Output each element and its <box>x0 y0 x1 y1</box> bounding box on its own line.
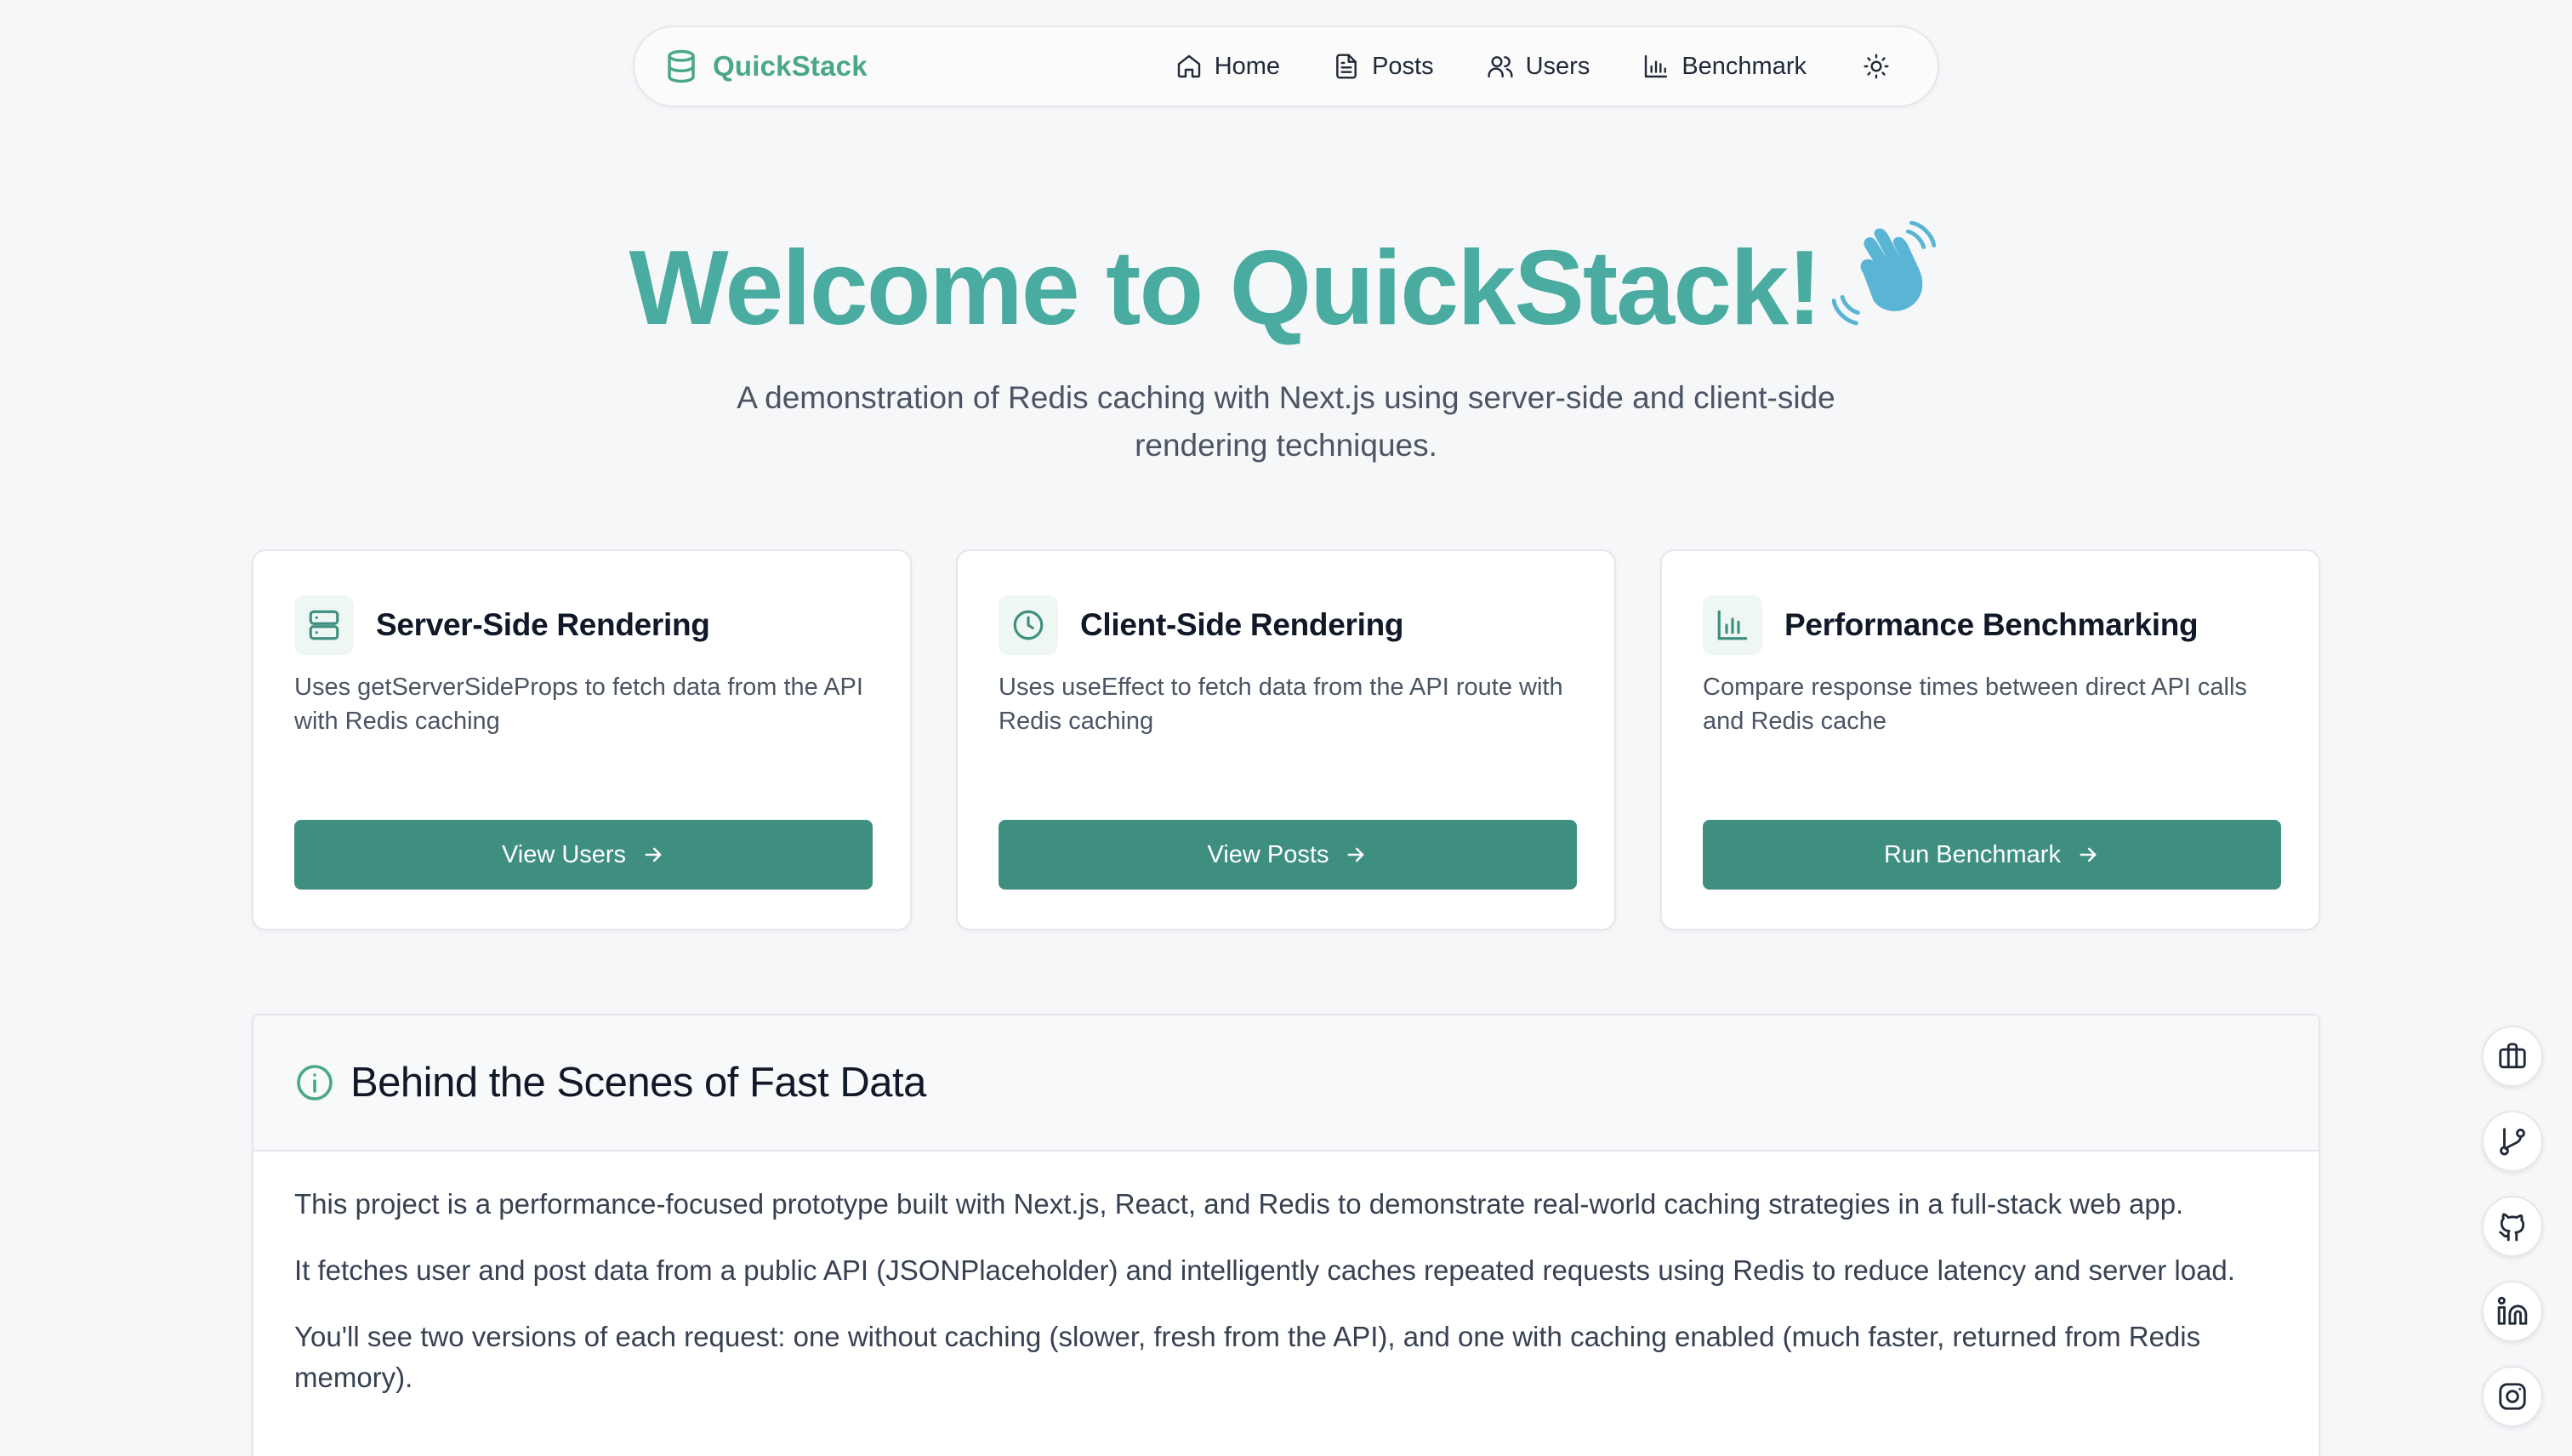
server-icon <box>294 595 354 655</box>
arrow-right-icon <box>2080 847 2097 862</box>
bar-chart-icon <box>1645 54 1668 78</box>
card-description: Uses useEffect to fetch data from the AP… <box>999 674 1563 735</box>
brand-link[interactable]: QuickStack <box>663 48 868 84</box>
nav-users[interactable]: Users <box>1487 53 1590 81</box>
clock-icon <box>999 595 1058 655</box>
theme-toggle-button[interactable] <box>1859 49 1893 83</box>
page-root: QuickStack Home Posts Users Benchmark We… <box>0 0 2572 1456</box>
top-navbar: QuickStack Home Posts Users Benchmark <box>633 26 1939 107</box>
button-label: View Users <box>501 840 627 868</box>
waving-hand-icon <box>1832 220 1943 356</box>
card-header: Performance Benchmarking <box>1703 595 2199 655</box>
view-users-button[interactable]: View Users <box>294 820 873 890</box>
linkedin-link[interactable] <box>2482 1281 2543 1342</box>
nav-benchmark-label: Benchmark <box>1681 52 1807 80</box>
sun-icon <box>1864 54 1889 79</box>
nav-home[interactable]: Home <box>1175 53 1280 81</box>
paragraph: It fetches user and post data from a pub… <box>294 1254 2235 1286</box>
instagram-icon <box>2499 1383 2526 1410</box>
card-client-side: Client-Side Rendering Uses useEffect to … <box>956 549 1616 930</box>
database-icon <box>668 49 695 83</box>
button-label: View Posts <box>1207 840 1329 868</box>
card-header: Server-Side Rendering <box>294 595 710 655</box>
git-link[interactable] <box>2482 1111 2543 1172</box>
hero-title: Welcome to QuickStack! <box>0 220 2572 356</box>
section-title: Behind the Scenes of Fast Data <box>350 1060 926 1106</box>
paragraph: You'll see two versions of each request:… <box>294 1321 2201 1393</box>
card-description: Compare response times between direct AP… <box>1703 674 2247 735</box>
brand-name: QuickStack <box>713 50 868 82</box>
linkedin-icon <box>2497 1296 2528 1325</box>
briefcase-icon <box>2499 1043 2526 1069</box>
hero-title-text: Welcome to QuickStack! <box>629 230 1823 347</box>
nav-users-label: Users <box>1525 52 1590 80</box>
github-icon <box>2499 1213 2525 1242</box>
view-posts-button[interactable]: View Posts <box>999 820 1577 890</box>
card-benchmarking: Performance Benchmarking Compare respons… <box>1660 549 2320 930</box>
section-header: Behind the Scenes of Fast Data <box>253 1015 2319 1152</box>
info-icon <box>297 1065 333 1101</box>
card-description: Uses getServerSideProps to fetch data fr… <box>294 674 863 735</box>
file-text-icon <box>1336 54 1357 79</box>
card-title: Performance Benchmarking <box>1784 607 2199 642</box>
run-benchmark-button[interactable]: Run Benchmark <box>1703 820 2281 890</box>
nav-posts[interactable]: Posts <box>1333 53 1434 81</box>
card-server-side: Server-Side Rendering Uses getServerSide… <box>252 549 912 930</box>
button-label: Run Benchmark <box>1884 840 2061 868</box>
paragraph: This project is a performance-focused pr… <box>294 1188 2184 1220</box>
portfolio-link[interactable] <box>2482 1026 2543 1087</box>
card-title: Client-Side Rendering <box>1080 607 1404 642</box>
nav-home-label: Home <box>1214 52 1281 80</box>
github-link[interactable] <box>2482 1196 2543 1257</box>
section-body: This project is a performance-focused pr… <box>253 1152 2319 1398</box>
behind-the-scenes-section: Behind the Scenes of Fast Data This proj… <box>252 1014 2320 1456</box>
users-icon <box>1488 56 1513 78</box>
arrow-right-icon <box>1348 847 1364 862</box>
nav-links: Home Posts Users Benchmark <box>1175 49 1893 83</box>
card-title: Server-Side Rendering <box>376 607 710 642</box>
instagram-link[interactable] <box>2482 1366 2543 1427</box>
hero-subtitle: A demonstration of Redis caching with Ne… <box>737 380 1835 463</box>
nav-posts-label: Posts <box>1372 52 1434 80</box>
home-icon <box>1177 54 1200 78</box>
card-header: Client-Side Rendering <box>999 595 1403 655</box>
git-branch-icon <box>2500 1128 2525 1156</box>
bar-chart-icon <box>1703 595 1762 655</box>
arrow-right-icon <box>645 847 662 862</box>
nav-benchmark[interactable]: Benchmark <box>1642 53 1807 81</box>
